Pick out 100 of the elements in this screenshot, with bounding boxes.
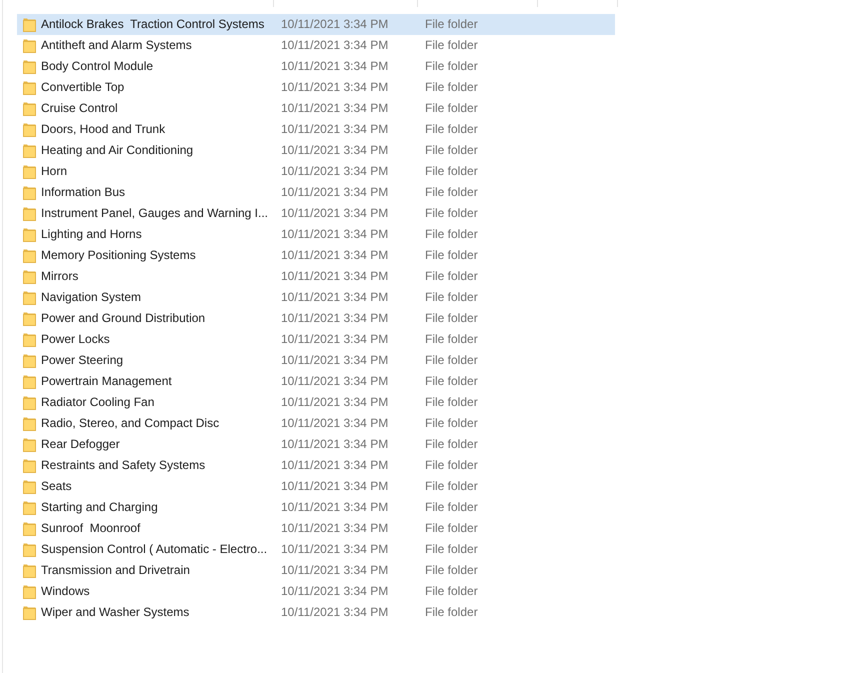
item-type: File folder	[424, 80, 479, 95]
folder-name: Power Steering	[41, 353, 124, 368]
modified-date: 10/11/2021 3:34 PM	[280, 164, 390, 179]
folder-name: Seats	[41, 479, 72, 494]
folder-row[interactable]: Wiper and Washer Systems 10/11/2021 3:34 PM File folder	[17, 602, 615, 623]
folder-row[interactable]: Convertible Top 10/11/2021 3:34 PM File folder	[17, 77, 615, 98]
folder-row[interactable]: Doors, Hood and Trunk 10/11/2021 3:34 PM File folder	[17, 119, 615, 140]
folder-icon	[23, 122, 36, 137]
folder-name: Memory Positioning Systems	[41, 248, 196, 263]
folder-row[interactable]: Information Bus 10/11/2021 3:34 PM File folder	[17, 182, 615, 203]
folder-icon	[23, 332, 36, 347]
modified-date: 10/11/2021 3:34 PM	[280, 500, 390, 515]
folder-icon	[23, 500, 36, 515]
folder-row[interactable]: Restraints and Safety Systems 10/11/2021 3:34 PM File folder	[17, 455, 615, 476]
folder-name: Wiper and Washer Systems	[41, 605, 190, 620]
modified-date: 10/11/2021 3:34 PM	[280, 143, 390, 158]
folder-name: Sunroof Moonroof	[41, 521, 140, 536]
folder-name: Mirrors	[41, 269, 78, 284]
folder-icon	[23, 80, 36, 95]
folder-icon	[23, 563, 36, 578]
folder-row[interactable]: Rear Defogger 10/11/2021 3:34 PM File folder	[17, 434, 615, 455]
folder-row[interactable]: Navigation System 10/11/2021 3:34 PM File folder	[17, 287, 615, 308]
modified-date: 10/11/2021 3:34 PM	[280, 395, 390, 410]
folder-name: Windows	[41, 584, 90, 599]
folder-name: Horn	[41, 164, 68, 179]
modified-date: 10/11/2021 3:34 PM	[280, 437, 390, 452]
item-type: File folder	[424, 416, 479, 431]
folder-icon	[23, 143, 36, 158]
folder-icon	[23, 311, 36, 326]
item-type: File folder	[424, 101, 479, 116]
folder-row[interactable]: Power Steering 10/11/2021 3:34 PM File folder	[17, 350, 615, 371]
folder-name: Restraints and Safety Systems	[41, 458, 206, 473]
folder-name: Antilock Brakes Traction Control Systems	[41, 17, 264, 32]
item-type: File folder	[424, 542, 479, 557]
folder-icon	[23, 38, 36, 53]
folder-icon	[23, 101, 36, 116]
folder-row[interactable]: Windows 10/11/2021 3:34 PM File folder	[17, 581, 615, 602]
folder-row[interactable]: Heating and Air Conditioning 10/11/2021 3:34 PM File folder	[17, 140, 615, 161]
folder-name: Antitheft and Alarm Systems	[41, 38, 192, 53]
folder-row[interactable]: Memory Positioning Systems 10/11/2021 3:34 PM File folder	[17, 245, 615, 266]
folder-name: Transmission and Drivetrain	[41, 563, 190, 578]
folder-name: Radio, Stereo, and Compact Disc	[41, 416, 220, 431]
modified-date: 10/11/2021 3:34 PM	[280, 206, 390, 221]
item-type: File folder	[424, 59, 479, 74]
modified-date: 10/11/2021 3:34 PM	[280, 101, 390, 116]
modified-date: 10/11/2021 3:34 PM	[280, 269, 390, 284]
item-type: File folder	[424, 206, 479, 221]
folder-row[interactable]: Radio, Stereo, and Compact Disc 10/11/2021 3:34 PM File folder	[17, 413, 615, 434]
folder-row[interactable]: Radiator Cooling Fan 10/11/2021 3:34 PM File folder	[17, 392, 615, 413]
folder-icon	[23, 374, 36, 389]
folder-name: Lighting and Horns	[41, 227, 142, 242]
folder-icon	[23, 395, 36, 410]
modified-date: 10/11/2021 3:34 PM	[280, 479, 390, 494]
item-type: File folder	[424, 563, 479, 578]
folder-name: Power Locks	[41, 332, 110, 347]
item-type: File folder	[424, 227, 479, 242]
folder-row[interactable]: Antitheft and Alarm Systems 10/11/2021 3:34 PM File folder	[17, 35, 615, 56]
modified-date: 10/11/2021 3:34 PM	[280, 17, 390, 32]
folder-row[interactable]: Sunroof Moonroof 10/11/2021 3:34 PM File folder	[17, 518, 615, 539]
modified-date: 10/11/2021 3:34 PM	[280, 59, 390, 74]
folder-icon	[23, 227, 36, 242]
modified-date: 10/11/2021 3:34 PM	[280, 563, 390, 578]
folder-row[interactable]: Power Locks 10/11/2021 3:34 PM File folder	[17, 329, 615, 350]
item-type: File folder	[424, 353, 479, 368]
folder-row[interactable]: Antilock Brakes Traction Control Systems 10/11/2021 3:34 PM File folder	[17, 14, 615, 35]
item-type: File folder	[424, 122, 479, 137]
modified-date: 10/11/2021 3:34 PM	[280, 374, 390, 389]
folder-icon	[23, 416, 36, 431]
folder-row[interactable]: Transmission and Drivetrain 10/11/2021 3:34 PM File folder	[17, 560, 615, 581]
item-type: File folder	[424, 458, 479, 473]
folder-row[interactable]: Power and Ground Distribution 10/11/2021 3:34 PM File folder	[17, 308, 615, 329]
folder-name: Rear Defogger	[41, 437, 120, 452]
folder-row[interactable]: Horn 10/11/2021 3:34 PM File folder	[17, 161, 615, 182]
folder-name: Instrument Panel, Gauges and Warning I...	[41, 206, 268, 221]
folder-name: Starting and Charging	[41, 500, 158, 515]
folder-row[interactable]: Seats 10/11/2021 3:34 PM File folder	[17, 476, 615, 497]
folder-icon	[23, 353, 36, 368]
folder-row[interactable]: Lighting and Horns 10/11/2021 3:34 PM File folder	[17, 224, 615, 245]
folder-row[interactable]: Suspension Control ( Automatic - Electro... 10/11/2021 3:34 PM File folder	[17, 539, 615, 560]
folder-name: Cruise Control	[41, 101, 118, 116]
folder-icon	[23, 479, 36, 494]
item-type: File folder	[424, 38, 479, 53]
folder-name: Powertrain Management	[41, 374, 172, 389]
folder-icon	[23, 185, 36, 200]
folder-row[interactable]: Cruise Control 10/11/2021 3:34 PM File folder	[17, 98, 615, 119]
folder-row[interactable]: Starting and Charging 10/11/2021 3:34 PM File folder	[17, 497, 615, 518]
folder-row[interactable]: Mirrors 10/11/2021 3:34 PM File folder	[17, 266, 615, 287]
folder-name: Body Control Module	[41, 59, 154, 74]
modified-date: 10/11/2021 3:34 PM	[280, 416, 390, 431]
folder-row[interactable]: Body Control Module 10/11/2021 3:34 PM File folder	[17, 56, 615, 77]
item-type: File folder	[424, 185, 479, 200]
modified-date: 10/11/2021 3:34 PM	[280, 458, 390, 473]
modified-date: 10/11/2021 3:34 PM	[280, 542, 390, 557]
folder-row[interactable]: Instrument Panel, Gauges and Warning I... 10/11/2021 3:34 PM File folder	[17, 203, 615, 224]
modified-date: 10/11/2021 3:34 PM	[280, 605, 390, 620]
folder-row[interactable]: Powertrain Management 10/11/2021 3:34 PM File folder	[17, 371, 615, 392]
folder-icon	[23, 206, 36, 221]
item-type: File folder	[424, 248, 479, 263]
item-type: File folder	[424, 437, 479, 452]
item-type: File folder	[424, 143, 479, 158]
